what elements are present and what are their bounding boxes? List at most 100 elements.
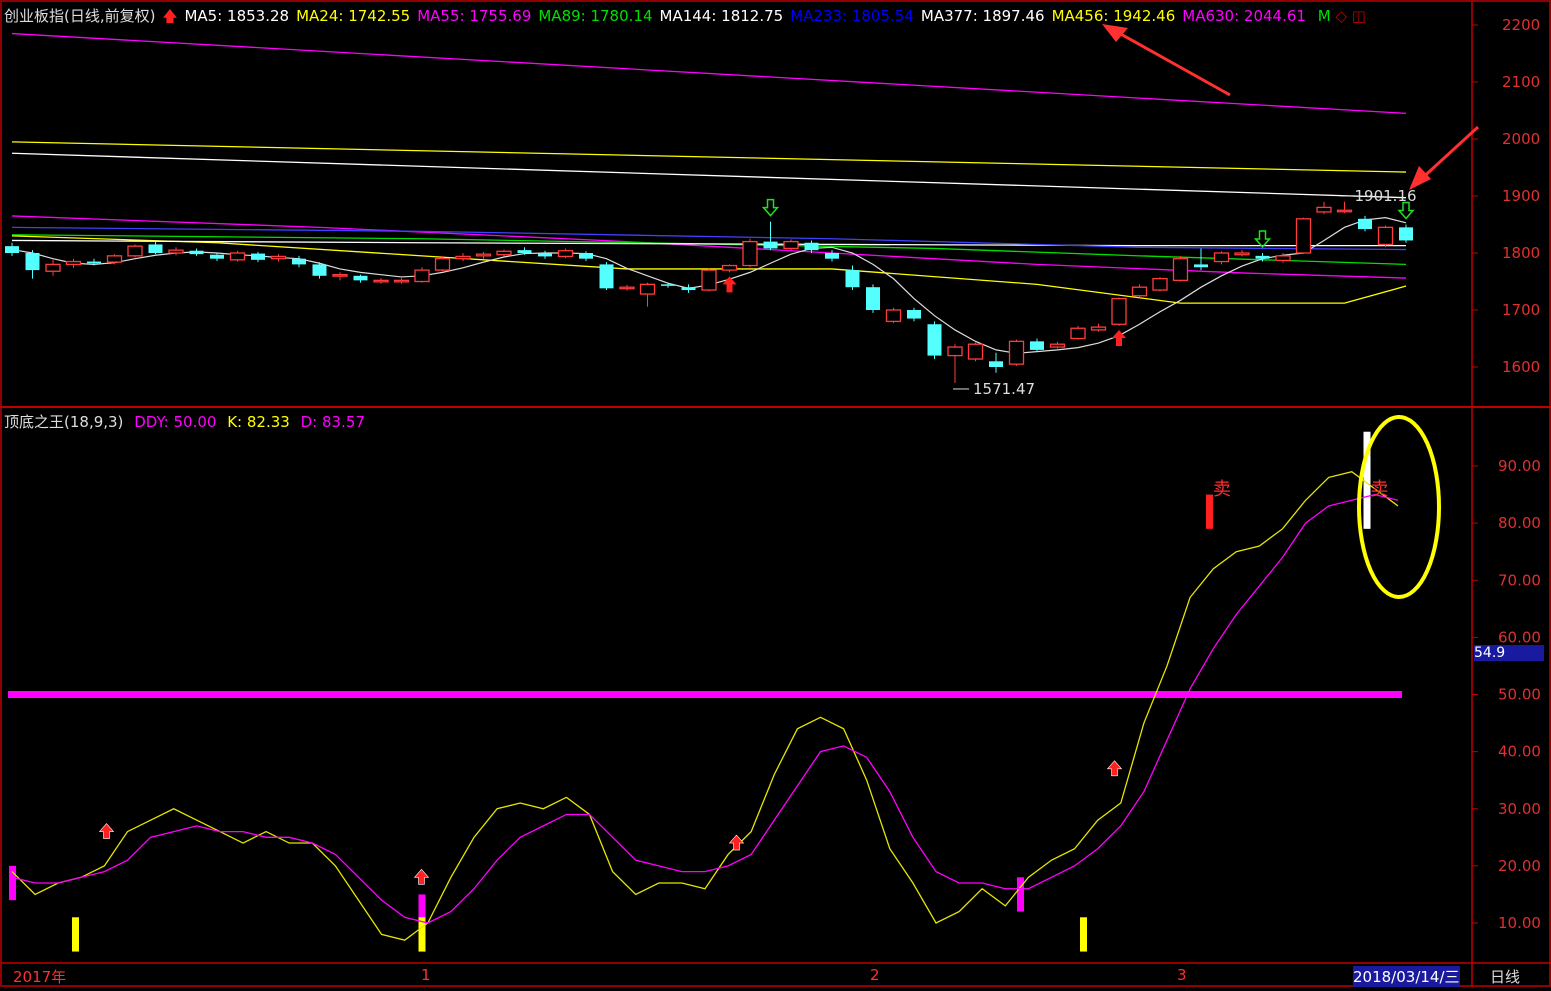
candle-up [414,269,430,283]
candle-up [721,264,738,271]
candle-up [1111,297,1127,325]
ind-tick-label: 30.00 [1498,800,1541,818]
candle-up [619,286,635,290]
d-value: D: 83.57 [300,413,365,431]
ma-line-ma630 [11,32,1407,114]
current-date-label: 2018/03/14/三 [1353,966,1460,987]
candle-up [496,250,512,256]
candle-up [1275,255,1291,262]
candle-down [989,361,1003,367]
ma-value-7: MA456: 1942.46 [1051,7,1176,25]
signal-bar [9,865,16,901]
indicator-pane-header: 顶底之王(18,9,3) DDY: 50.00 K: 82.33 D: 83.5… [4,411,365,432]
ma-line-ma456 [11,141,1407,173]
candle-down [866,287,880,310]
candle-up [783,240,799,250]
candle-up [742,240,758,267]
ma-value-0: MA5: 1853.28 [184,7,290,25]
candle-down [1399,227,1413,241]
ddy-value: DDY: 50.00 [134,413,217,431]
ma-value-2: MA55: 1755.69 [417,7,532,25]
candle-up [639,283,656,295]
ind-tick-label: 80.00 [1498,514,1541,532]
ind-tick-label: 20.00 [1498,857,1541,875]
sell-arrow-icon [1253,230,1272,249]
price-tick-label: 1700 [1502,301,1540,319]
candle-up [45,263,61,272]
window-toggle-icon[interactable]: ◫ [1352,7,1366,25]
candle-down [845,270,860,288]
buy-arrow-icon [722,276,737,293]
ind-tick-label: 60.00 [1498,628,1541,646]
candle-down [763,241,778,249]
candle-up [475,253,492,257]
current-value-tag: 54.9 [1474,645,1544,661]
period-button[interactable]: 日线 [1490,966,1520,987]
candle-down [5,246,19,253]
candle-down [1030,341,1044,350]
pointer-arrow-price-line [1416,125,1480,184]
candle-up [1152,277,1168,291]
ma-value-6: MA377: 1897.46 [920,7,1045,25]
candle-down [353,275,368,281]
ma-value-5: MA233: 1805.54 [790,7,914,25]
time-label-feb: 2 [870,966,880,984]
candle-up [229,252,246,261]
k-value: K: 82.33 [227,413,290,431]
candle-up [434,258,451,271]
candle-down [189,250,204,255]
candle-up [332,274,348,277]
candle-up [455,255,471,260]
candle-down [210,254,224,259]
ind-tick-label: 70.00 [1498,571,1541,589]
buy-arrow-icon: 🡅 [162,7,178,25]
candle-up [270,255,287,260]
price-tick-label: 1900 [1502,187,1540,205]
candle-up [65,260,82,266]
time-label-mar: 3 [1177,966,1187,984]
ma-value-4: MA144: 1812.75 [659,7,784,25]
pointer-arrow-ma377-line [1109,26,1231,97]
highlight-ellipse [1357,415,1441,599]
sell-signal-label: 卖 [1213,479,1231,500]
candle-down [517,250,532,253]
indicator-title: 顶底之王(18,9,3) [4,413,124,431]
series-line-d [11,493,1399,924]
candle-down [87,261,101,264]
signal-bar [72,917,79,952]
candle-down [825,253,839,259]
ma-line-ma89 [11,234,1407,266]
price-tick-label: 1800 [1502,244,1540,262]
candle-up [1316,206,1332,213]
stock-chart-svg: 16001700180019002000210022001571.471901.… [0,0,1551,987]
diamond-icon[interactable]: ◇ [1335,7,1347,25]
sell-arrow-icon [761,198,780,217]
candle-up [106,255,123,263]
ma-value-1: MA24: 1742.55 [296,7,411,25]
ma-value-8: MA630: 2044.61 [1182,7,1306,25]
time-label-jan: 1 [421,966,431,984]
signal-bar [1206,494,1213,529]
buy-signal-arrow-icon [728,834,745,851]
candle-down [927,324,942,356]
candle-down [1255,255,1270,259]
candle-up [557,250,574,258]
sell-signal-label: 卖 [1371,479,1389,500]
candle-down [312,264,327,276]
low-price-label: 1571.47 [973,380,1035,398]
signal-bar [1017,877,1024,912]
time-label-2017: 2017年 [13,968,67,986]
candle-down [681,287,696,291]
candle-up [1008,340,1025,365]
series-line-k [11,471,1399,941]
ind-tick-label: 10.00 [1498,914,1541,932]
candle-up [1213,252,1230,263]
ind-tick-label: 50.00 [1498,686,1541,704]
candle-up [701,269,717,291]
price-tick-label: 2100 [1502,73,1540,91]
candle-down [579,253,593,259]
candle-up [947,346,963,357]
candle-up [168,249,184,254]
candle-down [251,253,265,260]
candle-up [1131,286,1148,297]
